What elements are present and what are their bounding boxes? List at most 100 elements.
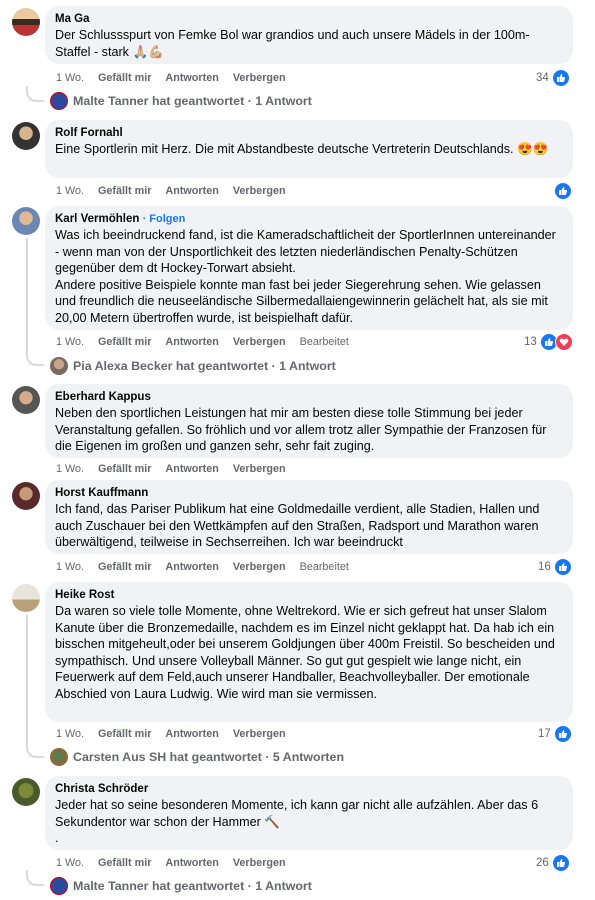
reply-button[interactable]: Antworten — [165, 560, 218, 574]
avatar[interactable] — [12, 778, 40, 806]
reaction-count[interactable] — [554, 182, 572, 200]
comment-bubble: Horst Kauffmann Ich fand, das Pariser Pu… — [45, 480, 573, 554]
reply-button[interactable]: Antworten — [165, 727, 218, 741]
comment-author[interactable]: Christa Schröder — [55, 782, 563, 797]
avatar[interactable] — [12, 482, 40, 510]
comment-header: Karl Vermöhlen · Folgen — [55, 212, 563, 227]
comment-time[interactable]: 1 Wo. — [56, 71, 84, 85]
avatar[interactable] — [12, 386, 40, 414]
thread-line — [26, 238, 28, 358]
comment-author[interactable]: Horst Kauffmann — [55, 486, 563, 501]
comment-author[interactable]: Ma Ga — [55, 12, 563, 27]
thumbs-up-icon — [553, 558, 572, 576]
reply-button[interactable]: Antworten — [165, 184, 218, 198]
comment-bubble: Christa Schröder Jeder hat so seine beso… — [45, 776, 573, 850]
comment-actions: 1 Wo. Gefällt mir Antworten Verbergen — [56, 462, 300, 476]
thumbs-up-icon — [551, 69, 570, 87]
view-replies-link[interactable]: Malte Tanner hat geantwortet · 1 Antwort — [50, 92, 312, 110]
reply-avatar — [50, 877, 68, 895]
reaction-number: 16 — [538, 561, 551, 573]
thumbs-up-icon — [554, 182, 572, 200]
thread-connector — [26, 350, 44, 366]
heart-icon — [554, 333, 573, 351]
comment-text: Neben den sportlichen Leistungen hat mir… — [55, 406, 547, 454]
comment-bubble: Ma Ga Der Schlussspurt von Femke Bol war… — [45, 6, 573, 64]
reply-button[interactable]: Antworten — [165, 71, 218, 85]
comment-time[interactable]: 1 Wo. — [56, 727, 84, 741]
thread-connector — [26, 86, 44, 102]
reply-summary: Malte Tanner hat geantwortet · 1 Antwort — [73, 94, 312, 108]
reply-button[interactable]: Antworten — [165, 335, 218, 349]
comment-text: Da waren so viele tolle Momente, ohne We… — [55, 604, 555, 701]
like-button[interactable]: Gefällt mir — [98, 560, 151, 574]
thumbs-up-icon — [551, 854, 570, 872]
comment-author[interactable]: Eberhard Kappus — [55, 390, 563, 405]
reply-button[interactable]: Antworten — [165, 462, 218, 476]
reply-avatar — [50, 92, 68, 110]
like-button[interactable]: Gefällt mir — [98, 856, 151, 870]
comment-actions: 1 Wo. Gefällt mir Antworten Verbergen — [56, 727, 300, 741]
reaction-count[interactable]: 13 — [524, 333, 573, 351]
view-replies-link[interactable]: Carsten Aus SH hat geantwortet · 5 Antwo… — [50, 748, 344, 766]
comment-author[interactable]: Rolf Fornahl — [55, 126, 563, 141]
comment-time[interactable]: 1 Wo. — [56, 856, 84, 870]
edited-label: Bearbeitet — [299, 561, 349, 573]
hide-button[interactable]: Verbergen — [233, 462, 286, 476]
comment-time[interactable]: 1 Wo. — [56, 184, 84, 198]
comment-text: Ich fand, das Pariser Publikum hat eine … — [55, 502, 540, 550]
view-replies-link[interactable]: Pia Alexa Becker hat geantwortet · 1 Ant… — [50, 357, 336, 375]
reply-button[interactable]: Antworten — [165, 856, 218, 870]
reaction-count[interactable]: 17 — [538, 725, 572, 743]
reaction-count[interactable]: 34 — [536, 69, 570, 87]
reply-summary: Pia Alexa Becker hat geantwortet · 1 Ant… — [73, 359, 336, 373]
comment-author[interactable]: Karl Vermöhlen — [55, 213, 139, 225]
comment-bubble: Karl Vermöhlen · Folgen Was ich beeindru… — [45, 206, 573, 330]
thread-connector — [26, 870, 44, 886]
follow-button[interactable]: · Folgen — [143, 213, 186, 225]
comment-time[interactable]: 1 Wo. — [56, 335, 84, 349]
avatar[interactable] — [12, 122, 40, 150]
comment-bubble: Heike Rost Da waren so viele tolle Momen… — [45, 582, 573, 722]
like-button[interactable]: Gefällt mir — [98, 184, 151, 198]
like-button[interactable]: Gefällt mir — [98, 71, 151, 85]
comment-actions: 1 Wo. Gefällt mir Antworten Verbergen Be… — [56, 335, 363, 349]
comment-actions: 1 Wo. Gefällt mir Antworten Verbergen — [56, 184, 300, 198]
comment-bubble: Rolf Fornahl Eine Sportlerin mit Herz. D… — [45, 120, 573, 178]
hide-button[interactable]: Verbergen — [233, 727, 286, 741]
thread-connector — [26, 742, 44, 758]
comment-text: Der Schlussspurt von Femke Bol war grand… — [55, 28, 530, 59]
reply-summary: Malte Tanner hat geantwortet · 1 Antwort — [73, 879, 312, 893]
reaction-number: 34 — [536, 72, 549, 84]
thread-line — [26, 615, 28, 742]
avatar[interactable] — [12, 207, 40, 235]
like-button[interactable]: Gefällt mir — [98, 727, 151, 741]
comment-author[interactable]: Heike Rost — [55, 588, 563, 603]
comment-actions: 1 Wo. Gefällt mir Antworten Verbergen — [56, 856, 300, 870]
edited-label: Bearbeitet — [299, 336, 349, 348]
hide-button[interactable]: Verbergen — [233, 71, 286, 85]
comment-text: Jeder hat so seine besonderen Momente, i… — [55, 798, 539, 846]
comment-actions: 1 Wo. Gefällt mir Antworten Verbergen — [56, 71, 300, 85]
reaction-count[interactable]: 16 — [538, 558, 572, 576]
hide-button[interactable]: Verbergen — [233, 335, 286, 349]
reaction-number: 26 — [536, 857, 549, 869]
comment-actions: 1 Wo. Gefällt mir Antworten Verbergen Be… — [56, 560, 363, 574]
reaction-number: 17 — [538, 728, 551, 740]
hide-button[interactable]: Verbergen — [233, 560, 286, 574]
avatar[interactable] — [12, 8, 40, 36]
comment-time[interactable]: 1 Wo. — [56, 560, 84, 574]
hide-button[interactable]: Verbergen — [233, 184, 286, 198]
comment-bubble: Eberhard Kappus Neben den sportlichen Le… — [45, 384, 573, 458]
hide-button[interactable]: Verbergen — [233, 856, 286, 870]
comment-text: Eine Sportlerin mit Herz. Die mit Abstan… — [55, 142, 549, 156]
comment-time[interactable]: 1 Wo. — [56, 462, 84, 476]
reply-avatar — [50, 748, 68, 766]
reaction-count[interactable]: 26 — [536, 854, 570, 872]
like-button[interactable]: Gefällt mir — [98, 335, 151, 349]
view-replies-link[interactable]: Malte Tanner hat geantwortet · 1 Antwort — [50, 877, 312, 895]
reply-avatar — [50, 357, 68, 375]
avatar[interactable] — [12, 584, 40, 612]
like-button[interactable]: Gefällt mir — [98, 462, 151, 476]
reply-summary: Carsten Aus SH hat geantwortet · 5 Antwo… — [73, 750, 345, 764]
comment-text: Was ich beeindruckend fand, ist die Kame… — [55, 228, 556, 325]
